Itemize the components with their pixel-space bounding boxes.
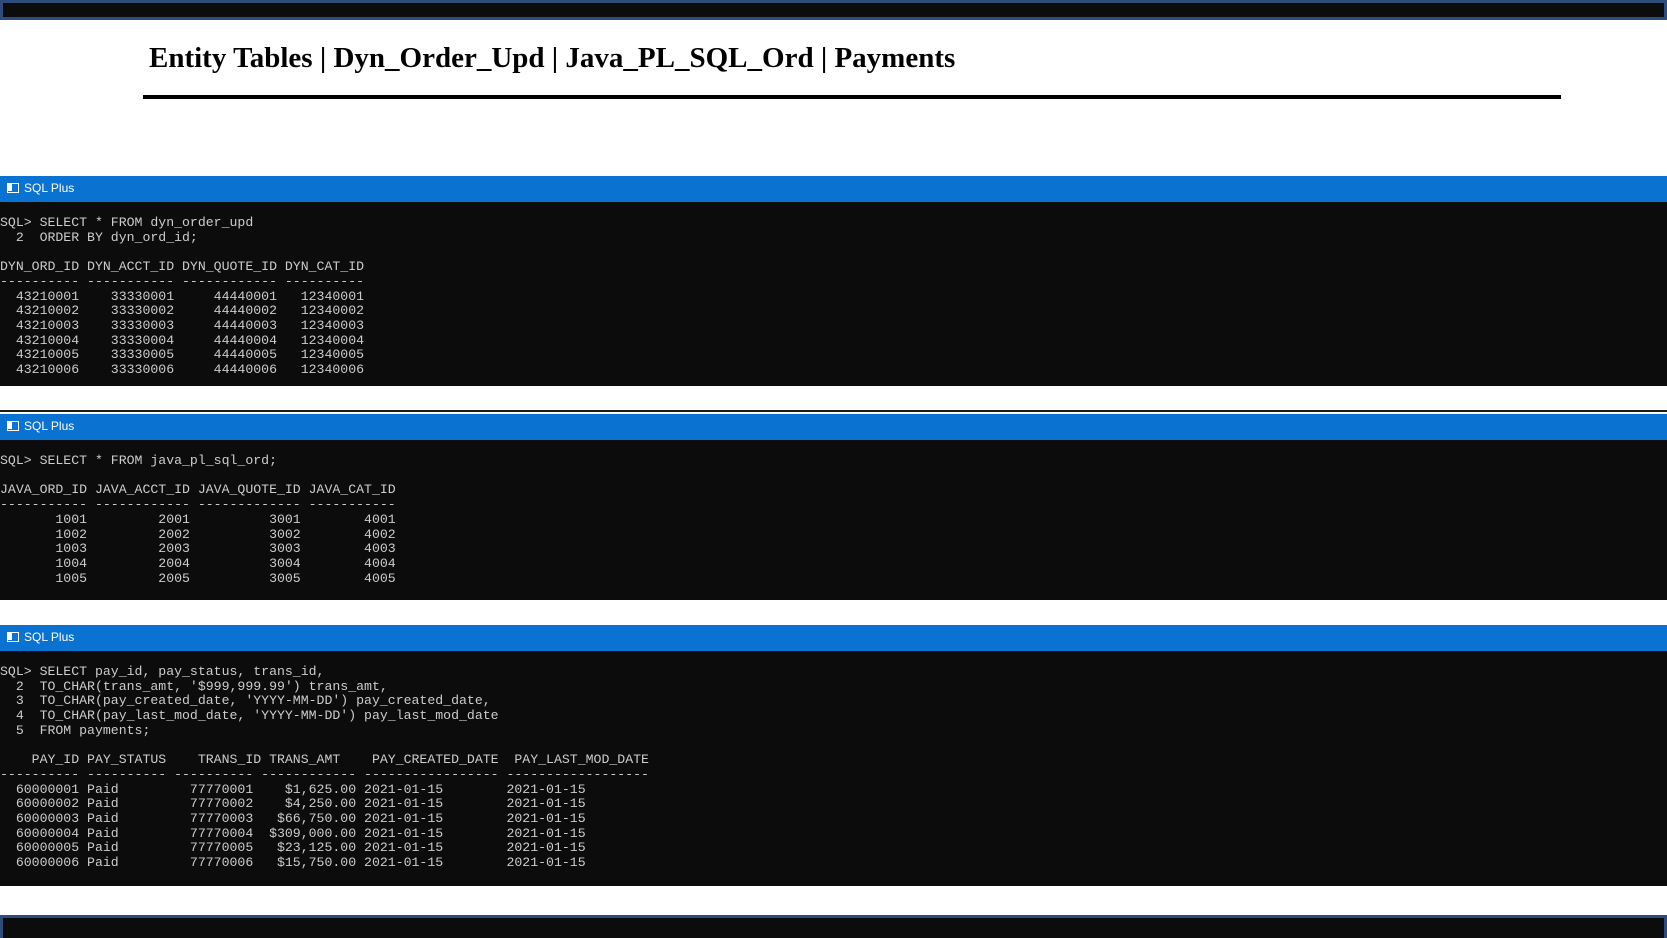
result-underline: ----------- ------------ ------------- -…: [0, 497, 396, 513]
result-row: 43210004 33330004 44440004 12340004: [0, 332, 365, 348]
window-title: SQL Plus: [24, 419, 75, 433]
result-row: 1001 2001 3001 4001: [0, 511, 396, 527]
result-row: 43210006 33330006 44440006 12340006: [0, 362, 365, 378]
result-row: 1004 2004 3004 4004: [0, 555, 396, 571]
result-row: 60000001 Paid 77770001 $1,625.00 2021-01…: [0, 781, 586, 797]
result-row: 43210001 33330001 44440001 12340001: [0, 288, 365, 304]
console-output[interactable]: SQL> SELECT pay_id, pay_status, trans_id…: [0, 651, 1667, 886]
console-window-icon: [7, 421, 19, 431]
result-row: 1003 2003 3003 4003: [0, 541, 396, 557]
result-header: JAVA_ORD_ID JAVA_ACCT_ID JAVA_QUOTE_ID J…: [0, 482, 396, 498]
result-row: 1002 2002 3002 4002: [0, 526, 396, 542]
console-window-icon: [7, 183, 19, 193]
result-row: 60000005 Paid 77770005 $23,125.00 2021-0…: [0, 840, 586, 856]
console-window-icon: [7, 632, 19, 642]
sqlplus-window-payments[interactable]: SQL Plus SQL> SELECT pay_id, pay_status,…: [0, 625, 1667, 886]
result-row: 60000006 Paid 77770006 $15,750.00 2021-0…: [0, 855, 586, 871]
result-row: 43210002 33330002 44440002 12340002: [0, 303, 365, 319]
result-row: 43210003 33330003 44440003 12340003: [0, 317, 365, 333]
page-title: Entity Tables | Dyn_Order_Upd | Java_PL_…: [149, 42, 956, 74]
bottom-frame-bar: [0, 915, 1667, 938]
query-line: 2 TO_CHAR(trans_amt, '$999,999.99') tran…: [0, 678, 388, 694]
query-line: 3 TO_CHAR(pay_created_date, 'YYYY-MM-DD'…: [0, 693, 491, 709]
query-line: SQL> SELECT * FROM java_pl_sql_ord;: [0, 453, 277, 468]
window-title: SQL Plus: [24, 630, 75, 644]
window-title: SQL Plus: [24, 181, 75, 195]
sqlplus-window-dyn-order-upd[interactable]: SQL Plus SQL> SELECT * FROM dyn_order_up…: [0, 176, 1667, 386]
result-underline: ---------- ----------- ------------ ----…: [0, 273, 365, 289]
window-titlebar[interactable]: SQL Plus: [0, 625, 1667, 651]
title-divider: [143, 95, 1561, 99]
query-line: 4 TO_CHAR(pay_last_mod_date, 'YYYY-MM-DD…: [0, 708, 499, 724]
window-separator: [0, 410, 1667, 412]
result-row: 43210005 33330005 44440005 12340005: [0, 347, 365, 363]
result-underline: ---------- ---------- ---------- -------…: [0, 766, 649, 782]
query-line: SQL> SELECT pay_id, pay_status, trans_id…: [0, 664, 325, 679]
window-titlebar[interactable]: SQL Plus: [0, 414, 1667, 440]
query-line: 5 FROM payments;: [0, 722, 151, 738]
result-row: 60000004 Paid 77770004 $309,000.00 2021-…: [0, 825, 586, 841]
top-frame-bar: [0, 0, 1667, 20]
result-row: 60000002 Paid 77770002 $4,250.00 2021-01…: [0, 796, 586, 812]
console-output[interactable]: SQL> SELECT * FROM dyn_order_upd 2 ORDER…: [0, 202, 1667, 386]
result-row: 60000003 Paid 77770003 $66,750.00 2021-0…: [0, 811, 586, 827]
query-line: 2 ORDER BY dyn_ord_id;: [0, 229, 198, 245]
result-row: 1005 2005 3005 4005: [0, 570, 396, 586]
result-header: PAY_ID PAY_STATUS TRANS_ID TRANS_AMT PAY…: [0, 752, 649, 768]
query-line: SQL> SELECT * FROM dyn_order_upd: [0, 215, 254, 230]
result-header: DYN_ORD_ID DYN_ACCT_ID DYN_QUOTE_ID DYN_…: [0, 259, 365, 275]
sqlplus-window-java-pl-sql-ord[interactable]: SQL Plus SQL> SELECT * FROM java_pl_sql_…: [0, 414, 1667, 600]
window-titlebar[interactable]: SQL Plus: [0, 176, 1667, 202]
console-output[interactable]: SQL> SELECT * FROM java_pl_sql_ord; JAVA…: [0, 440, 1667, 600]
